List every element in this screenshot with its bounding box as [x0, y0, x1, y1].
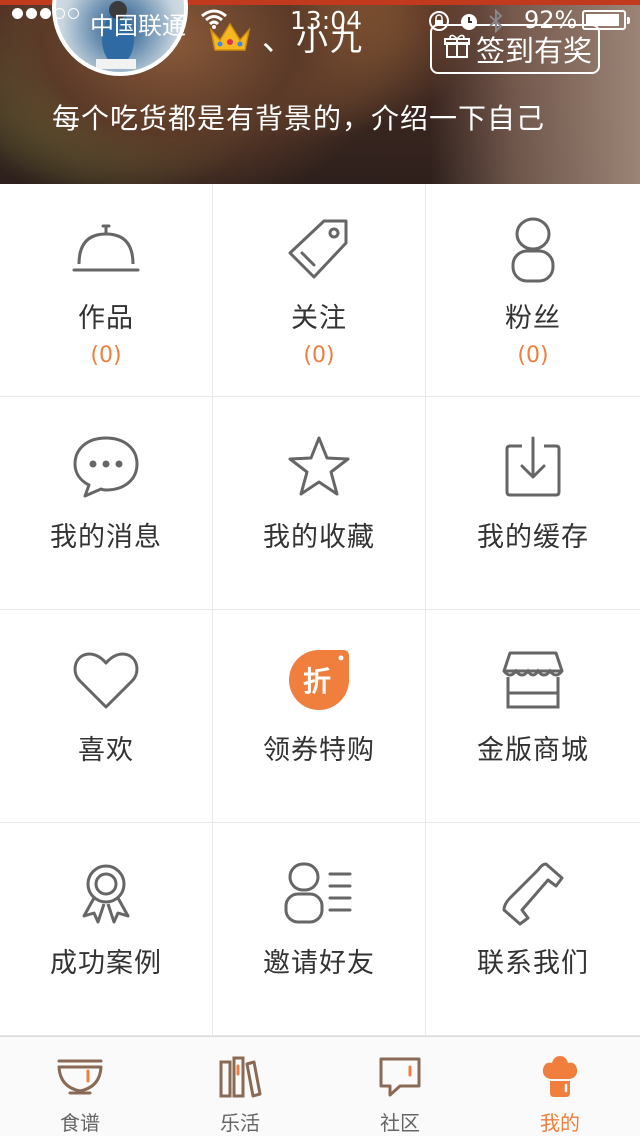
grid-item-label: 联系我们 [477, 948, 589, 979]
tab-label: 乐活 [220, 1111, 260, 1135]
grid-item-label: 领券特购 [263, 735, 375, 766]
shop-icon [497, 644, 569, 716]
tag-icon [283, 214, 355, 286]
chef-hat-icon [535, 1055, 585, 1099]
books-icon [215, 1055, 265, 1099]
wifi-icon [200, 8, 228, 36]
grid-item-label: 关注 [291, 303, 347, 334]
rotation-lock-icon [428, 10, 450, 38]
signal-strength-icon [12, 8, 79, 19]
contacts-icon [283, 857, 355, 929]
grid-item-likes[interactable]: 喜欢 [0, 610, 213, 823]
speech-bubble-icon [375, 1055, 425, 1099]
profile-bio[interactable]: 每个吃货都是有背景的，介绍一下自己 [52, 97, 545, 137]
alarm-icon [458, 10, 480, 38]
grid-item-success-cases[interactable]: 成功案例 [0, 823, 213, 1036]
grid-item-label: 作品 [78, 303, 134, 334]
tab-recipes[interactable]: 食谱 [0, 1037, 160, 1136]
tab-community[interactable]: 社区 [320, 1037, 480, 1136]
grid-item-label: 金版商城 [477, 735, 589, 766]
award-ribbon-icon [70, 857, 142, 929]
grid-item-works[interactable]: 作品 (0) [0, 184, 213, 397]
battery-icon [582, 10, 630, 30]
carrier-name: 中国联通 [90, 12, 186, 40]
download-icon [497, 431, 569, 503]
grid-item-count: (0) [303, 343, 335, 368]
star-icon [283, 431, 355, 503]
bowl-icon [55, 1055, 105, 1099]
person-icon [497, 214, 569, 286]
grid-item-label: 成功案例 [50, 948, 162, 979]
grid-item-cache[interactable]: 我的缓存 [426, 397, 640, 610]
grid-item-count: (0) [517, 343, 549, 368]
tab-label: 食谱 [60, 1111, 100, 1135]
grid-item-favorites[interactable]: 我的收藏 [213, 397, 426, 610]
tab-mine[interactable]: 我的 [480, 1037, 640, 1136]
grid-item-messages[interactable]: 我的消息 [0, 397, 213, 610]
tab-label: 社区 [380, 1111, 420, 1135]
discount-badge-icon: 折 [283, 644, 355, 716]
grid-item-label: 邀请好友 [263, 948, 375, 979]
grid-item-invite-friends[interactable]: 邀请好友 [213, 823, 426, 1036]
grid-item-label: 我的缓存 [477, 522, 589, 553]
grid-item-label: 我的收藏 [263, 522, 375, 553]
discount-badge-text: 折 [303, 665, 331, 698]
grid-item-label: 喜欢 [78, 735, 134, 766]
grid-item-contact-us[interactable]: 联系我们 [426, 823, 640, 1036]
tab-lifestyle[interactable]: 乐活 [160, 1037, 320, 1136]
battery-percent: 92% [524, 6, 578, 34]
grid-item-label: 我的消息 [50, 522, 162, 553]
bottom-tab-bar: 食谱 乐活 社区 我的 [0, 1036, 640, 1136]
grid-item-mall[interactable]: 金版商城 [426, 610, 640, 823]
grid-item-label: 粉丝 [505, 303, 561, 334]
status-bar: 中国联通 13:04 92% [0, 0, 640, 40]
bluetooth-icon [488, 8, 504, 39]
chat-bubble-icon [70, 431, 142, 503]
tab-label: 我的 [540, 1111, 580, 1135]
grid-item-fans[interactable]: 粉丝 (0) [426, 184, 640, 397]
profile-menu-grid: 作品 (0) 关注 (0) 粉丝 (0) 我的消息 我的收藏 我的缓存 喜欢 折… [0, 184, 640, 1036]
grid-item-count: (0) [90, 343, 122, 368]
grid-item-following[interactable]: 关注 (0) [213, 184, 426, 397]
phone-icon [497, 857, 569, 929]
grid-item-coupons[interactable]: 折 领券特购 [213, 610, 426, 823]
heart-icon [70, 644, 142, 716]
food-cloche-icon [70, 214, 142, 286]
status-time: 13:04 [290, 6, 363, 35]
